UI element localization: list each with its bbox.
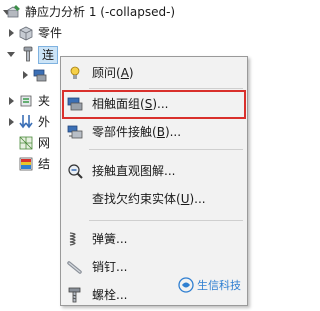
external-loads-label: 外 bbox=[38, 115, 51, 129]
fixtures-label: 夹 bbox=[38, 94, 51, 108]
contact-set-icon bbox=[32, 67, 48, 83]
advisor-label: 顾问(A) bbox=[92, 66, 134, 80]
connections-icon bbox=[20, 46, 36, 62]
study-label: 静应力分析 1 (-collapsed-) bbox=[25, 5, 176, 19]
expand-arrow-icon[interactable] bbox=[23, 71, 28, 79]
contact-visualization-label: 接触直观图解... bbox=[92, 164, 176, 178]
tree-item-mesh[interactable]: 网 bbox=[0, 134, 60, 152]
collapse-arrow-icon[interactable] bbox=[7, 52, 15, 57]
menu-separator bbox=[89, 220, 243, 221]
connections-label: 连 bbox=[38, 46, 59, 64]
results-label: 结 bbox=[38, 157, 51, 171]
spring-icon bbox=[66, 231, 84, 247]
results-icon bbox=[18, 156, 34, 172]
watermark: 生信科技 bbox=[178, 276, 248, 294]
menu-item-advisor[interactable]: 顾问(A) bbox=[61, 61, 247, 85]
menu-item-find-unconstrained[interactable]: 查找欠约束实体(U)... bbox=[61, 187, 247, 211]
magnifier-icon bbox=[66, 163, 84, 179]
parts-label: 零件 bbox=[38, 26, 63, 40]
pin-label: 销钉... bbox=[92, 260, 128, 274]
tree-item-external-loads[interactable]: 外 bbox=[0, 113, 60, 131]
tree-item-study[interactable]: 静应力分析 1 (-collapsed-) bbox=[0, 3, 251, 21]
highlight-box bbox=[62, 90, 246, 119]
expand-arrow-icon[interactable] bbox=[9, 97, 14, 105]
menu-item-spring[interactable]: 弹簧... bbox=[61, 227, 247, 251]
mesh-label: 网 bbox=[38, 136, 51, 150]
menu-item-contact-visualization[interactable]: 接触直观图解... bbox=[61, 159, 247, 183]
watermark-logo-icon bbox=[178, 277, 194, 296]
tree-item-results[interactable]: 结 bbox=[0, 155, 60, 173]
expand-arrow-icon[interactable] bbox=[9, 29, 14, 37]
tree-item-parts[interactable]: 零件 bbox=[0, 24, 251, 42]
expand-arrow-icon[interactable] bbox=[9, 118, 14, 126]
bolt-icon bbox=[66, 287, 84, 303]
fixtures-icon bbox=[18, 93, 34, 109]
spring-label: 弹簧... bbox=[92, 232, 128, 246]
find-unconstrained-label: 查找欠约束实体(U)... bbox=[92, 192, 206, 206]
menu-separator bbox=[89, 149, 243, 150]
study-icon bbox=[5, 4, 21, 20]
bolt-label: 螺栓... bbox=[92, 288, 128, 302]
tree-item-contact-set[interactable] bbox=[0, 66, 60, 84]
component-contact-icon bbox=[66, 124, 84, 140]
parts-icon bbox=[18, 25, 34, 41]
watermark-text: 生信科技 bbox=[197, 279, 241, 292]
menu-item-component-contact[interactable]: 零部件接触(B)... bbox=[61, 120, 247, 144]
menu-separator bbox=[89, 88, 243, 89]
mesh-icon bbox=[18, 135, 34, 151]
tree-item-fixtures[interactable]: 夹 bbox=[0, 92, 60, 110]
pin-icon bbox=[66, 259, 84, 275]
advisor-icon bbox=[66, 65, 84, 81]
external-loads-icon bbox=[18, 114, 34, 130]
component-contact-label: 零部件接触(B)... bbox=[92, 125, 182, 139]
